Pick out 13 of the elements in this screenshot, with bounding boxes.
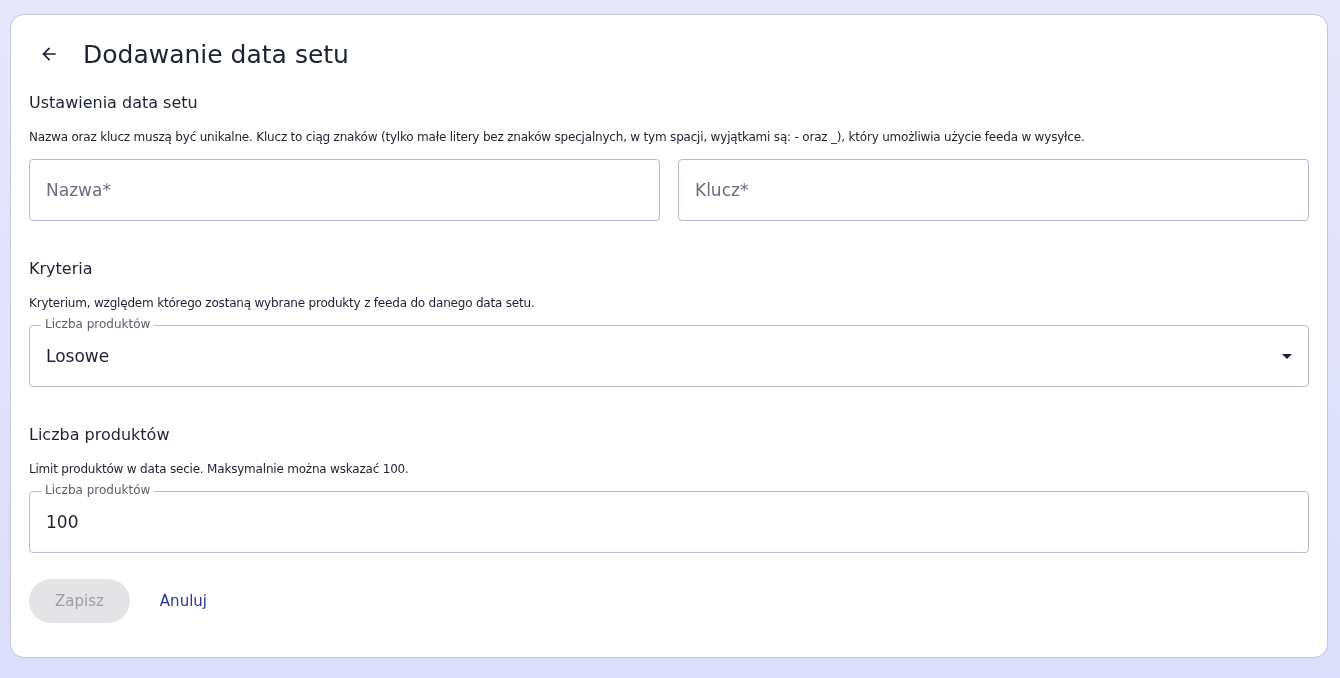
dropdown-caret-icon — [1282, 353, 1292, 359]
section-heading: Ustawienia data setu — [29, 92, 199, 114]
section-description: Nazwa oraz klucz muszą być unikalne. Klucz to ciąg znaków (tylko małe litery bez znaków specjalnych, w tym spacji, wyjątkami są: - oraz _), który umożliwia użycie feeda w wysyłce. — [29, 129, 1086, 145]
text-field[interactable]: Nazwa* — [29, 159, 660, 221]
page-title: Dodawanie data setu — [83, 39, 349, 69]
field-label: Liczba produktów — [41, 483, 155, 497]
cancel-link[interactable]: Anuluj — [159, 592, 207, 610]
section-heading: Liczba produktów — [29, 424, 171, 446]
section-heading: Kryteria — [29, 258, 94, 280]
section-description: Limit produktów w data secie. Maksymalnie można wskazać 100. — [29, 461, 410, 477]
text-field[interactable]: Klucz* — [678, 159, 1309, 221]
section-description: Kryterium, względem którego zostaną wybrane produkty z feeda do danego data setu. — [29, 295, 536, 311]
field-label: Liczba produktów — [41, 317, 155, 331]
